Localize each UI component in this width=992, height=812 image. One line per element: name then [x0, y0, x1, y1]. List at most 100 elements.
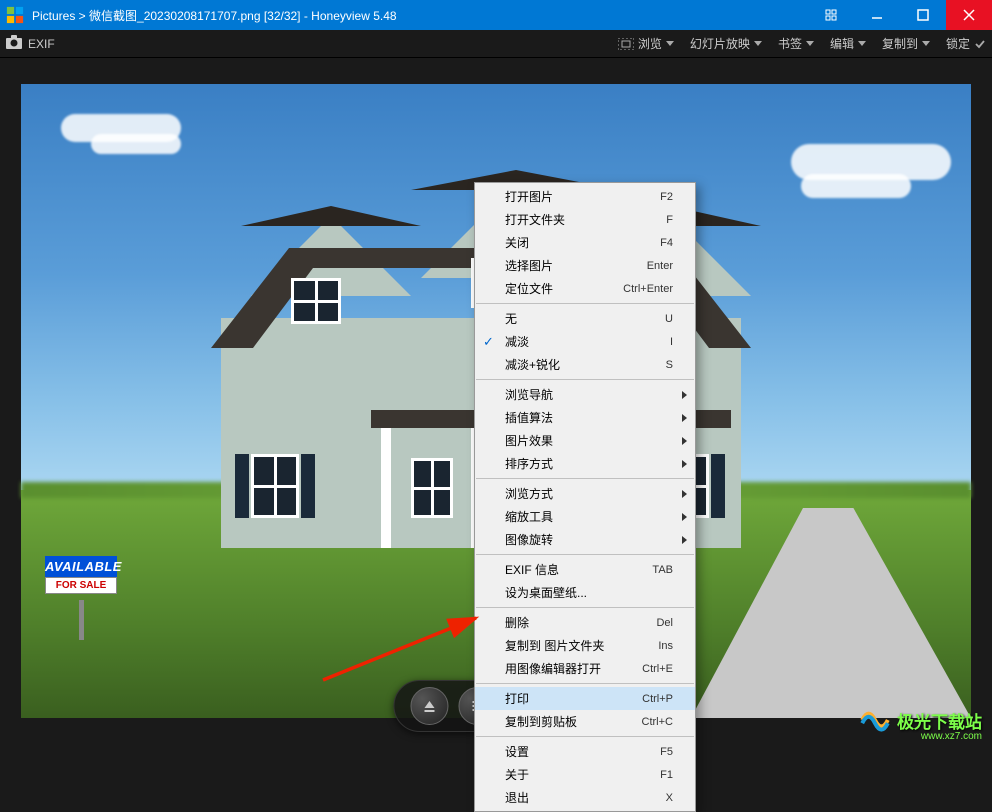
copyto-menu[interactable]: 复制到 [882, 35, 930, 52]
context-menu: 打开图片F2打开文件夹F关闭F4选择图片Enter定位文件Ctrl+Enter无… [474, 182, 696, 812]
menu-separator [476, 736, 694, 737]
sign-forsale-text: FOR SALE [45, 577, 117, 594]
menu-item-label: 选择图片 [505, 257, 647, 274]
menu-item-label: EXIF 信息 [505, 561, 652, 578]
menu-item-label: 删除 [505, 614, 656, 631]
menu-item-label: 设置 [505, 743, 660, 760]
menu-item-shortcut: F4 [660, 237, 673, 249]
context-menu-item[interactable]: 插值算法 [475, 406, 695, 429]
menu-item-label: 打开文件夹 [505, 211, 666, 228]
menu-item-label: 打开图片 [505, 188, 660, 205]
menu-item-label: 关于 [505, 766, 660, 783]
menu-item-shortcut: F2 [660, 191, 673, 203]
context-menu-item[interactable]: 设置F5 [475, 740, 695, 763]
context-menu-item[interactable]: 复制到 图片文件夹Ins [475, 634, 695, 657]
toolbar: EXIF 浏览 幻灯片放映 书签 编辑 复制到 锁定 [0, 30, 992, 58]
menu-item-shortcut: X [666, 792, 673, 804]
submenu-arrow-icon [682, 414, 687, 422]
menu-item-shortcut: Ctrl+Enter [623, 283, 673, 295]
for-sale-sign: AVAILABLE FOR SALE [45, 556, 117, 608]
context-menu-item[interactable]: 打开文件夹F [475, 208, 695, 231]
title-bar: Pictures > 微信截图_20230208171707.png [32/3… [0, 0, 992, 30]
check-icon: ✓ [483, 334, 494, 350]
menu-item-label: 图像旋转 [505, 531, 673, 548]
context-menu-item[interactable]: 无U [475, 307, 695, 330]
menu-item-label: 打印 [505, 690, 642, 707]
context-menu-item[interactable]: 关于F1 [475, 763, 695, 786]
eject-button[interactable] [410, 687, 448, 725]
window-controls [808, 0, 992, 30]
menu-item-shortcut: F5 [660, 746, 673, 758]
context-menu-item[interactable]: 图像旋转 [475, 528, 695, 551]
context-menu-item[interactable]: 用图像编辑器打开Ctrl+E [475, 657, 695, 680]
chevron-down-icon [922, 41, 930, 46]
menu-separator [476, 478, 694, 479]
context-menu-item[interactable]: 选择图片Enter [475, 254, 695, 277]
camera-icon [6, 35, 22, 52]
bookmark-menu[interactable]: 书签 [778, 35, 814, 52]
sign-available-text: AVAILABLE [45, 556, 117, 577]
edit-label: 编辑 [830, 35, 854, 52]
menu-item-label: 浏览方式 [505, 485, 673, 502]
config-button[interactable] [808, 0, 854, 30]
lock-menu[interactable]: 锁定 [946, 35, 986, 52]
slideshow-menu[interactable]: 幻灯片放映 [690, 35, 762, 52]
context-menu-item[interactable]: 打印Ctrl+P [475, 687, 695, 710]
context-menu-item[interactable]: 缩放工具 [475, 505, 695, 528]
chevron-down-icon [666, 41, 674, 46]
menu-item-label: 关闭 [505, 234, 660, 251]
context-menu-item[interactable]: 退出X [475, 786, 695, 809]
context-menu-item[interactable]: 排序方式 [475, 452, 695, 475]
copyto-label: 复制到 [882, 35, 918, 52]
menu-item-label: 退出 [505, 789, 666, 806]
submenu-arrow-icon [682, 513, 687, 521]
menu-item-label: 用图像编辑器打开 [505, 660, 642, 677]
menu-item-label: 缩放工具 [505, 508, 673, 525]
menu-item-shortcut: TAB [652, 564, 673, 576]
browse-menu[interactable]: 浏览 [618, 35, 674, 52]
context-menu-item[interactable]: 打开图片F2 [475, 185, 695, 208]
menu-item-label: 复制到剪贴板 [505, 713, 642, 730]
menu-item-shortcut: Ctrl+E [642, 663, 673, 675]
submenu-arrow-icon [682, 460, 687, 468]
menu-item-label: 无 [505, 310, 665, 327]
watermark-text: 极光下载站 [897, 708, 982, 733]
minimize-button[interactable] [854, 0, 900, 30]
context-menu-item[interactable]: EXIF 信息TAB [475, 558, 695, 581]
context-menu-item[interactable]: 设为桌面壁纸... [475, 581, 695, 604]
menu-item-label: 排序方式 [505, 455, 673, 472]
app-logo-icon [4, 4, 26, 26]
menu-item-label: 复制到 图片文件夹 [505, 637, 658, 654]
maximize-button[interactable] [900, 0, 946, 30]
context-menu-item[interactable]: ✓减淡I [475, 330, 695, 353]
menu-item-label: 浏览导航 [505, 386, 673, 403]
context-menu-item[interactable]: 定位文件Ctrl+Enter [475, 277, 695, 300]
context-menu-item[interactable]: 减淡+锐化S [475, 353, 695, 376]
menu-item-shortcut: Ctrl+P [642, 693, 673, 705]
submenu-arrow-icon [682, 490, 687, 498]
browse-label: 浏览 [638, 35, 662, 52]
context-menu-item[interactable]: 图片效果 [475, 429, 695, 452]
menu-separator [476, 683, 694, 684]
context-menu-item[interactable]: 浏览方式 [475, 482, 695, 505]
menu-item-label: 减淡 [505, 333, 670, 350]
watermark-logo-icon [859, 704, 891, 736]
submenu-arrow-icon [682, 536, 687, 544]
menu-separator [476, 554, 694, 555]
exif-button[interactable]: EXIF [28, 37, 55, 51]
watermark-url: www.xz7.com [921, 731, 982, 742]
menu-item-shortcut: U [665, 313, 673, 325]
edit-menu[interactable]: 编辑 [830, 35, 866, 52]
menu-item-label: 设为桌面壁纸... [505, 584, 673, 601]
chevron-down-icon [806, 41, 814, 46]
close-button[interactable] [946, 0, 992, 30]
context-menu-item[interactable]: 删除Del [475, 611, 695, 634]
menu-item-shortcut: Ctrl+C [642, 716, 673, 728]
window-title: Pictures > 微信截图_20230208171707.png [32/3… [32, 7, 808, 24]
chevron-down-icon [754, 41, 762, 46]
menu-item-label: 插值算法 [505, 409, 673, 426]
context-menu-item[interactable]: 浏览导航 [475, 383, 695, 406]
context-menu-item[interactable]: 关闭F4 [475, 231, 695, 254]
menu-item-label: 减淡+锐化 [505, 356, 666, 373]
context-menu-item[interactable]: 复制到剪贴板Ctrl+C [475, 710, 695, 733]
